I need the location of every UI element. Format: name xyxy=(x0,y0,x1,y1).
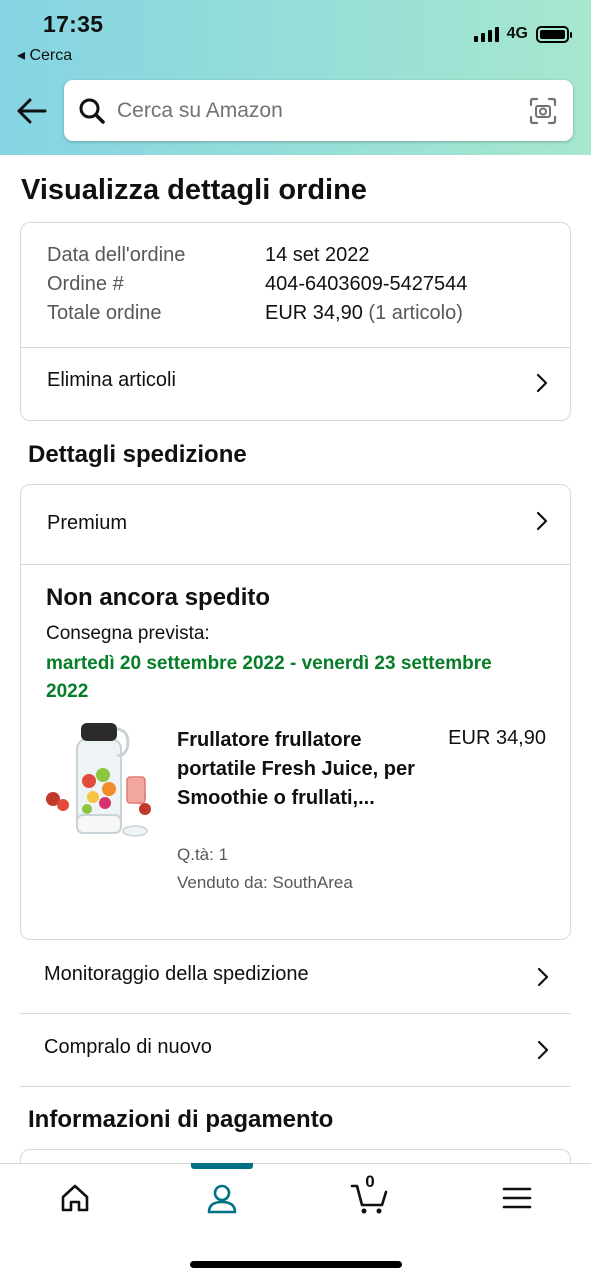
back-arrow-icon[interactable] xyxy=(15,94,49,128)
product-quantity: Q.tà: 1 xyxy=(177,845,229,864)
account-icon[interactable] xyxy=(202,1178,242,1218)
order-date-value: 14 set 2022 xyxy=(265,244,370,266)
network-type: 4G xyxy=(506,25,528,42)
delete-items-row[interactable]: Elimina articoli xyxy=(21,348,570,421)
chevron-right-icon xyxy=(536,511,548,531)
product-image[interactable] xyxy=(43,719,155,847)
chevron-right-icon xyxy=(537,967,549,987)
status-indicators: 4G xyxy=(473,25,572,43)
shipping-speed-label: Premium xyxy=(47,512,128,534)
cart-count: 0 xyxy=(365,1172,375,1191)
home-indicator xyxy=(190,1261,402,1268)
order-date-label: Data dell'ordine xyxy=(47,244,186,266)
app-header: 17:35 ◂ Cerca 4G Cerca su Amazon xyxy=(0,0,591,155)
payment-section-title: Informazioni di pagamento xyxy=(28,1106,334,1133)
track-shipment-row[interactable]: Monitoraggio della spedizione xyxy=(20,941,571,1014)
home-icon[interactable] xyxy=(55,1178,95,1218)
signal-icon xyxy=(473,26,499,42)
status-time: 17:35 xyxy=(43,11,104,37)
order-number-value: 404-6403609-5427544 xyxy=(265,273,468,295)
shipment-status: Non ancora spedito xyxy=(46,584,271,611)
camera-scan-icon[interactable] xyxy=(529,97,557,125)
product-title-link[interactable]: Frullatore frullatore portatile Fresh Ju… xyxy=(177,726,422,813)
delete-items-label: Elimina articoli xyxy=(47,369,176,391)
search-icon xyxy=(79,98,105,124)
active-tab-indicator xyxy=(191,1163,253,1169)
order-total-value: EUR 34,90 (1 articolo) xyxy=(265,302,463,325)
back-to-app-link[interactable]: ◂ Cerca xyxy=(17,45,72,65)
menu-icon[interactable] xyxy=(497,1178,537,1218)
product-seller: Venduto da: SouthArea xyxy=(177,873,353,892)
delivery-estimate-date: martedì 20 settembre 2022 - venerdì 23 s… xyxy=(46,653,492,702)
order-total-label: Totale ordine xyxy=(47,302,162,324)
delivery-estimate-label: Consegna prevista: xyxy=(46,623,210,644)
divider xyxy=(21,564,570,565)
search-input[interactable]: Cerca su Amazon xyxy=(64,80,573,141)
order-summary-card: Data dell'ordine 14 set 2022 Ordine # 40… xyxy=(20,222,571,421)
page-title: Visualizza dettagli ordine xyxy=(21,174,367,206)
search-placeholder: Cerca su Amazon xyxy=(117,99,283,122)
shipping-section-title: Dettagli spedizione xyxy=(28,441,247,468)
buy-again-label: Compralo di nuovo xyxy=(44,1036,212,1058)
battery-icon xyxy=(536,25,572,43)
order-number-label: Ordine # xyxy=(47,273,124,295)
product-price: EUR 34,90 xyxy=(448,727,546,749)
cart-button[interactable]: 0 xyxy=(350,1172,390,1218)
order-total-amount: EUR 34,90 xyxy=(265,302,363,324)
order-item-count: (1 articolo) xyxy=(368,302,463,324)
track-shipment-label: Monitoraggio della spedizione xyxy=(44,963,309,985)
shipping-speed-row[interactable]: Premium xyxy=(21,485,570,564)
chevron-right-icon xyxy=(536,373,548,393)
buy-again-row[interactable]: Compralo di nuovo xyxy=(20,1014,571,1087)
shipment-card: Premium Non ancora spedito Consegna prev… xyxy=(20,484,571,940)
chevron-right-icon xyxy=(537,1040,549,1060)
